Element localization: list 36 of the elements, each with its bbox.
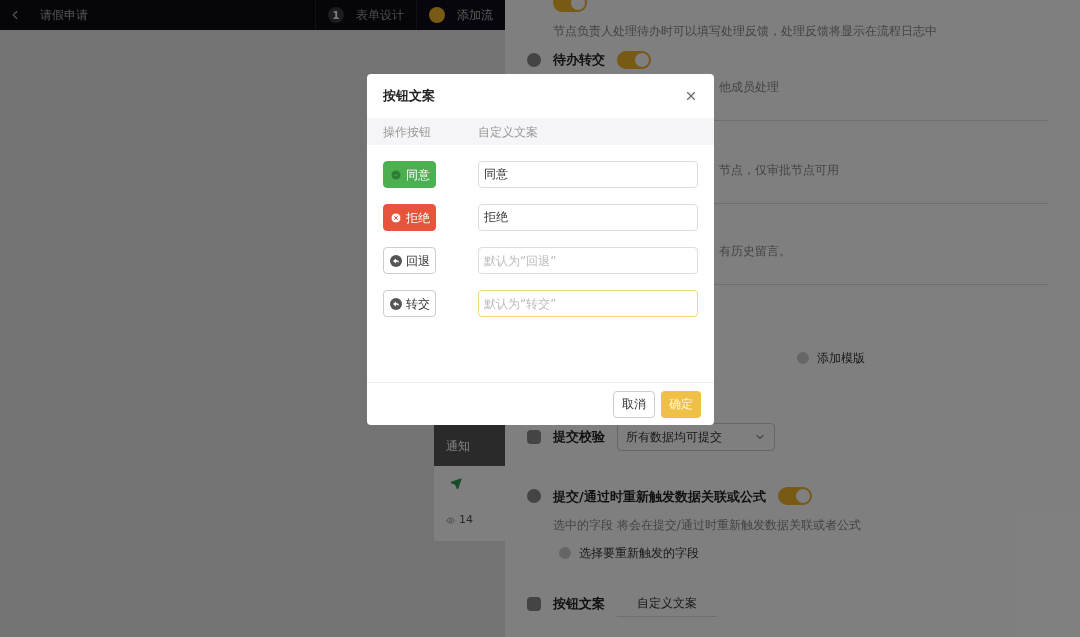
setting-title: 按钮文案 bbox=[553, 594, 605, 613]
select-field[interactable]: 所有数据均可提交 bbox=[617, 422, 775, 451]
toggle-switch[interactable] bbox=[777, 487, 812, 506]
dialog-title: 按钮文案 bbox=[383, 87, 435, 106]
preview-button[interactable]: 转交 bbox=[383, 290, 436, 317]
toggle-switch[interactable] bbox=[617, 50, 651, 69]
page-title: 请假申请 bbox=[40, 7, 88, 24]
option-label: 选择要重新触发的字段 bbox=[579, 545, 699, 562]
check-circle-icon bbox=[389, 168, 402, 181]
column-header: 操作按钮 bbox=[383, 123, 432, 141]
text-field[interactable]: 自定义文案 bbox=[617, 590, 717, 617]
node-title: 通知 bbox=[434, 425, 505, 466]
eye-icon bbox=[446, 515, 455, 525]
close-button[interactable] bbox=[684, 89, 698, 103]
setting-title: 提交/通过时重新触发数据关联或公式 bbox=[553, 487, 766, 506]
setting-title: 提交校验 bbox=[553, 427, 605, 446]
view-count: 14 bbox=[459, 512, 473, 528]
setting-title: 待办转交 bbox=[553, 51, 605, 69]
step-number: 1 bbox=[328, 7, 344, 23]
option-label: 添加模版 bbox=[817, 349, 865, 367]
label-input[interactable]: 默认为“转交” bbox=[478, 290, 698, 317]
label-input[interactable]: 默认为“回退” bbox=[478, 247, 698, 274]
label-input[interactable]: 同意 bbox=[478, 161, 698, 188]
preview-button[interactable]: 同意 bbox=[383, 161, 436, 188]
x-circle-icon bbox=[389, 211, 402, 224]
radio-icon[interactable] bbox=[797, 351, 809, 364]
label-input[interactable]: 拒绝 bbox=[478, 204, 698, 231]
radio-icon[interactable] bbox=[559, 547, 571, 559]
preview-button[interactable]: 拒绝 bbox=[383, 204, 436, 231]
node-card[interactable]: 通知 14 bbox=[434, 425, 505, 541]
column-header: 自定义文案 bbox=[478, 123, 538, 141]
preview-button[interactable]: 回退 bbox=[383, 247, 436, 274]
cancel-button[interactable]: 取消 bbox=[613, 390, 655, 418]
send-icon bbox=[450, 478, 462, 490]
step-label: 添加流 bbox=[457, 7, 493, 24]
step-label: 表单设计 bbox=[356, 7, 404, 24]
